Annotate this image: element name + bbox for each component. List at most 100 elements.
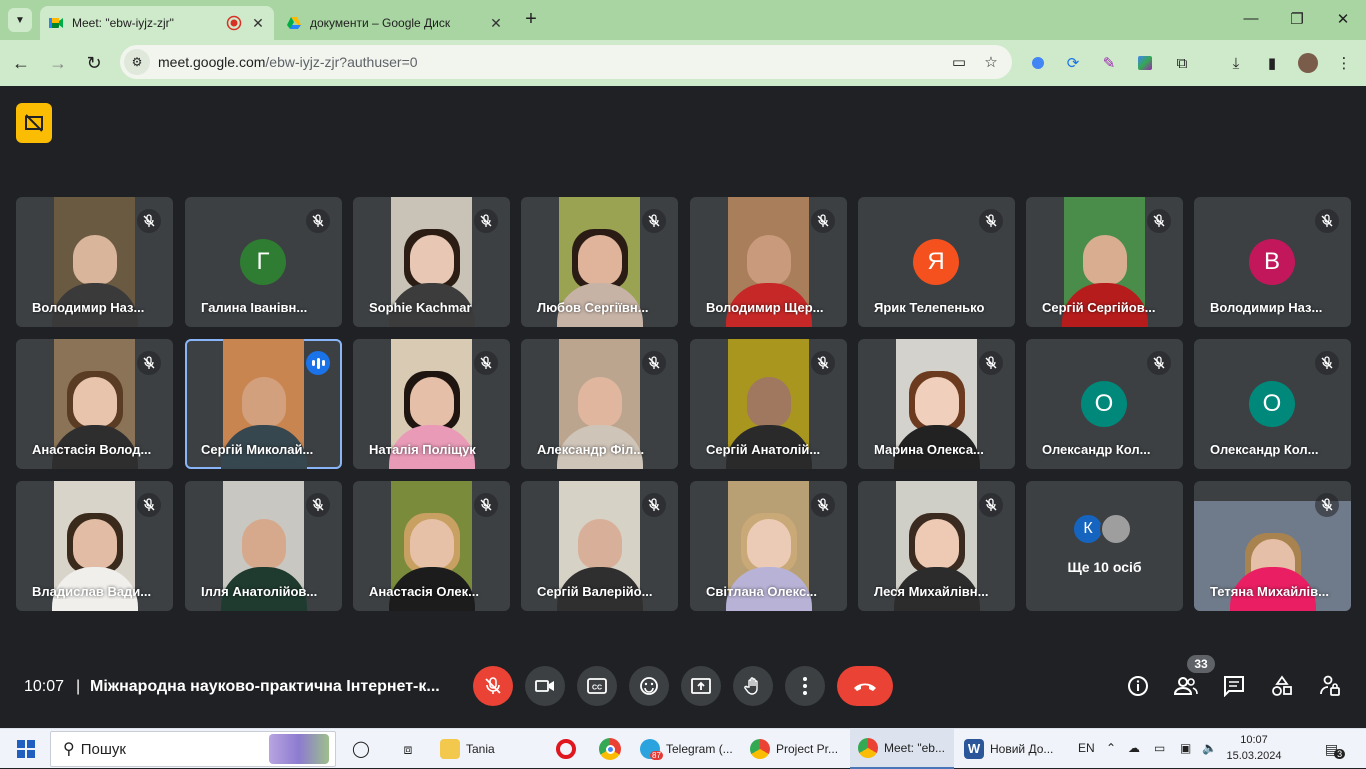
reload-icon[interactable]: ↻ (83, 52, 105, 74)
raise-hand-button[interactable] (733, 666, 773, 706)
extension-colors-icon[interactable] (1134, 52, 1156, 74)
video-camera-icon (535, 680, 554, 692)
minimize-icon[interactable]: — (1241, 10, 1261, 27)
camera-toggle-button[interactable] (525, 666, 565, 706)
shapes-icon (1272, 675, 1292, 696)
participant-tile[interactable]: Владислав Вади... (16, 481, 173, 611)
lock-person-icon (1320, 675, 1340, 696)
participant-tile[interactable]: Любов Сергіївн... (521, 197, 678, 327)
participant-tile[interactable]: Наталія Поліщук (353, 339, 510, 469)
taskbar-item-tania[interactable]: Tania (440, 729, 540, 769)
taskbar-item-word[interactable]: W Новий До... (964, 729, 1064, 769)
meeting-details-button[interactable] (1124, 672, 1152, 700)
side-panel-icon[interactable]: ▮ (1261, 52, 1283, 74)
tab-meet[interactable]: Meet: "ebw-iyjz-zjr" ✕ (40, 6, 274, 40)
mic-toggle-button[interactable] (473, 666, 513, 706)
extension-blue-dot-icon[interactable] (1027, 52, 1049, 74)
taskbar-item-telegram[interactable]: 87 Telegram (... (640, 729, 740, 769)
taskbar-item-project[interactable]: Project Pr... (750, 729, 842, 769)
taskbar-search[interactable]: ⚲ Пошук (50, 731, 336, 767)
leave-call-button[interactable] (837, 666, 893, 706)
participant-name: Любов Сергіївн... (537, 300, 649, 315)
participant-name: Александр Філ... (537, 442, 645, 457)
activities-button[interactable] (1268, 672, 1296, 700)
browser-menu-icon[interactable]: ⋮ (1333, 52, 1355, 74)
participant-tile[interactable]: Сергій Миколай... (185, 339, 342, 469)
participant-name: Сергій Сергійов... (1042, 300, 1156, 315)
battery-icon[interactable]: ▭ (1154, 741, 1165, 755)
participant-name: Владислав Вади... (32, 584, 152, 599)
close-tab-icon[interactable]: ✕ (250, 15, 266, 32)
participant-tile[interactable]: Володимир Наз... (16, 197, 173, 327)
participant-tile[interactable]: Леся Михайлівн... (858, 481, 1015, 611)
participant-tile[interactable]: Александр Філ... (521, 339, 678, 469)
language-indicator[interactable]: EN (1078, 741, 1095, 755)
participant-tile[interactable]: Світлана Олекс... (690, 481, 847, 611)
bookmark-star-icon[interactable]: ☆ (980, 53, 1002, 71)
close-window-icon[interactable]: ✕ (1333, 10, 1353, 28)
present-icon (691, 678, 711, 694)
participant-tile[interactable]: О Олександр Кол... (1026, 339, 1183, 469)
chat-button[interactable] (1220, 672, 1248, 700)
volume-icon[interactable]: 🔈 (1202, 741, 1217, 755)
participant-tile[interactable]: Марина Олекса... (858, 339, 1015, 469)
url-text[interactable]: meet.google.com/ebw-iyjz-zjr?authuser=0 (158, 54, 948, 70)
muted-mic-icon (811, 351, 835, 375)
download-icon[interactable]: ⤓ (1225, 52, 1247, 74)
start-button[interactable] (12, 729, 40, 769)
present-screen-button[interactable] (681, 666, 721, 706)
notifications-button[interactable]: ▤ 3 (1320, 729, 1350, 769)
task-view-icon[interactable]: ⧈ (396, 729, 420, 769)
participant-tile[interactable]: Тетяна Михайлів... (1194, 481, 1351, 611)
back-icon[interactable]: ← (10, 52, 32, 74)
opera-icon[interactable] (553, 729, 579, 769)
chrome-icon[interactable] (597, 729, 623, 769)
profile-avatar[interactable] (1297, 52, 1319, 74)
muted-mic-icon (1315, 493, 1339, 517)
extension-pen-icon[interactable]: ✎ (1098, 52, 1120, 74)
show-hidden-icons[interactable]: ⌃ (1106, 741, 1116, 755)
recording-icon (226, 15, 242, 31)
participant-tile[interactable]: Sophie Kachmar (353, 197, 510, 327)
reactions-button[interactable] (629, 666, 669, 706)
participant-tile[interactable]: Я Ярик Телепенько (858, 197, 1015, 327)
muted-mic-icon (979, 209, 1003, 233)
participant-name: Марина Олекса... (874, 442, 984, 457)
participant-tile[interactable]: Сергій Валерійо... (521, 481, 678, 611)
windows-logo-icon (17, 740, 35, 758)
google-drive-icon (287, 17, 301, 29)
cloud-icon[interactable]: ☁ (1128, 741, 1140, 755)
participant-tile[interactable]: Сергій Анатолій... (690, 339, 847, 469)
participant-tile[interactable]: К Ще 10 осіб (1026, 481, 1183, 611)
muted-mic-icon (642, 351, 666, 375)
new-tab-button[interactable]: + (520, 8, 542, 30)
site-info-icon[interactable]: ⚙ (124, 49, 150, 75)
captions-button[interactable]: CC (577, 666, 617, 706)
participant-tile[interactable]: О Олександр Кол... (1194, 339, 1351, 469)
participant-tile[interactable]: Г Галина Іванівн... (185, 197, 342, 327)
participant-tile[interactable]: Анастасія Олек... (353, 481, 510, 611)
participant-tile[interactable]: Ілля Анатолійов... (185, 481, 342, 611)
participant-tile[interactable]: Володимир Щер... (690, 197, 847, 327)
cortana-icon[interactable]: ◯ (350, 729, 372, 769)
more-options-button[interactable] (785, 666, 825, 706)
taskbar-clock[interactable]: 10:07 15.03.2024 (1222, 732, 1286, 764)
close-tab-icon[interactable]: ✕ (488, 15, 504, 32)
people-icon (1174, 677, 1198, 695)
host-controls-button[interactable] (1316, 672, 1344, 700)
address-bar[interactable]: ⚙ meet.google.com/ebw-iyjz-zjr?authuser=… (120, 45, 1012, 79)
camera-in-use-icon[interactable]: ▭ (948, 53, 970, 71)
no-camera-warning-icon[interactable] (16, 103, 52, 143)
people-button[interactable] (1172, 672, 1200, 700)
extensions-puzzle-icon[interactable]: ⧉ (1171, 52, 1193, 74)
extension-sync-icon[interactable]: ⟳ (1062, 52, 1084, 74)
participant-tile[interactable]: В Володимир Наз... (1194, 197, 1351, 327)
forward-icon[interactable]: → (47, 52, 69, 74)
taskbar-item-meet[interactable]: Meet: "eb... (850, 729, 954, 769)
restore-icon[interactable]: ❐ (1287, 10, 1307, 28)
network-icon[interactable]: ▣ (1180, 741, 1191, 755)
tab-search-icon[interactable]: ▼ (8, 8, 32, 32)
participant-tile[interactable]: Сергій Сергійов... (1026, 197, 1183, 327)
participant-tile[interactable]: Анастасія Волод... (16, 339, 173, 469)
tab-drive[interactable]: документи – Google Диск ✕ (278, 6, 512, 40)
